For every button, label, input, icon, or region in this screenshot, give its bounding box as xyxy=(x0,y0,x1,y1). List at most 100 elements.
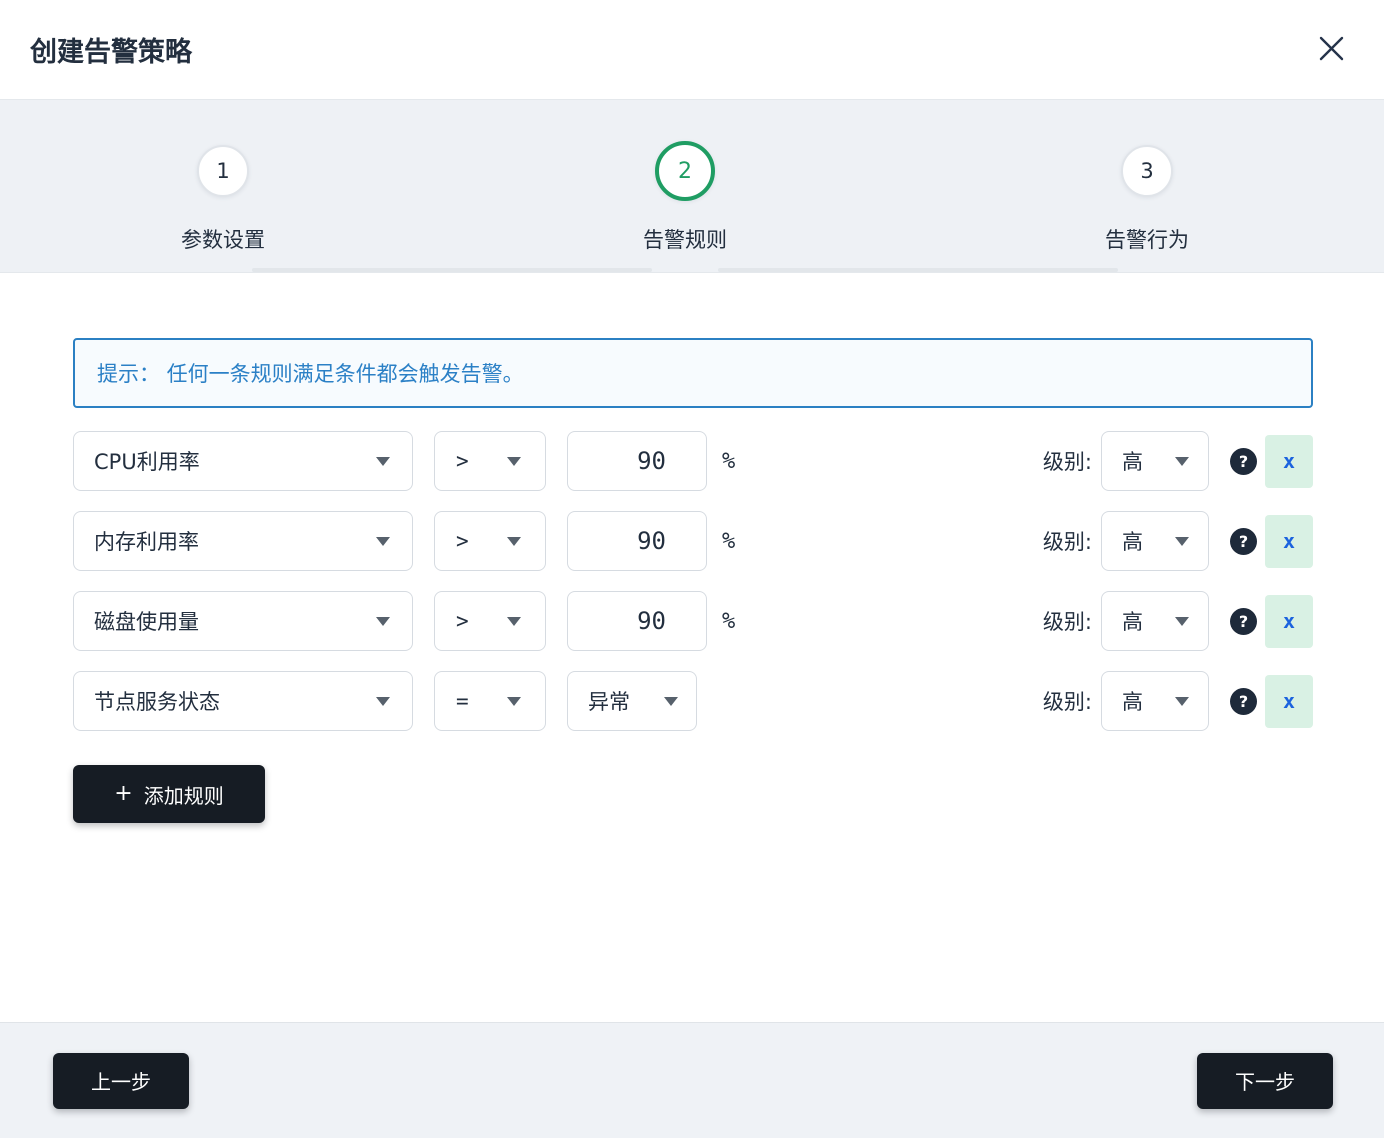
chevron-down-icon xyxy=(376,457,390,466)
remove-rule-button[interactable]: x xyxy=(1265,515,1313,568)
step-label: 告警行为 xyxy=(1027,224,1267,254)
level-select-value: 高 xyxy=(1122,606,1143,636)
unit-label: % xyxy=(722,609,735,634)
next-step-button[interactable]: 下一步 xyxy=(1197,1053,1333,1109)
level-select[interactable]: 高 xyxy=(1101,591,1209,651)
remove-rule-button[interactable]: x xyxy=(1265,675,1313,728)
level-select[interactable]: 高 xyxy=(1101,511,1209,571)
operator-select[interactable]: > xyxy=(434,511,546,571)
operator-select-value: = xyxy=(456,689,469,713)
chevron-down-icon xyxy=(507,457,521,466)
dialog-header: 创建告警策略 xyxy=(0,0,1384,100)
remove-icon: x xyxy=(1283,529,1295,553)
step-alert-rules: 2 告警规则 xyxy=(565,141,805,254)
help-icon[interactable]: ? xyxy=(1230,608,1257,635)
metric-select-value: 节点服务状态 xyxy=(94,686,220,716)
metric-select[interactable]: 内存利用率 xyxy=(73,511,413,571)
metric-select-value: 磁盘使用量 xyxy=(94,606,199,636)
step-circle-active: 2 xyxy=(655,141,715,201)
operator-select[interactable]: > xyxy=(434,431,546,491)
dialog-title: 创建告警策略 xyxy=(30,30,192,69)
level-label: 级别: xyxy=(1043,686,1092,716)
step-label: 告警规则 xyxy=(565,224,805,254)
level-select[interactable]: 高 xyxy=(1101,671,1209,731)
level-select-value: 高 xyxy=(1122,446,1143,476)
tip-text: 提示： 任何一条规则满足条件都会触发告警。 xyxy=(97,358,524,388)
step-circle: 3 xyxy=(1121,145,1173,197)
plus-icon: + xyxy=(114,783,132,805)
rule-row: CPU利用率 > 90 % 级别: 高 ? x xyxy=(73,431,1313,491)
dialog-footer: 上一步 下一步 xyxy=(0,1022,1384,1138)
rules-list: CPU利用率 > 90 % 级别: 高 ? x 内存利用率 > xyxy=(73,431,1313,731)
metric-select[interactable]: CPU利用率 xyxy=(73,431,413,491)
threshold-value: 异常 xyxy=(588,686,630,716)
chevron-down-icon xyxy=(507,537,521,546)
help-icon[interactable]: ? xyxy=(1230,688,1257,715)
operator-select-value: > xyxy=(456,449,469,473)
chevron-down-icon xyxy=(664,697,678,706)
remove-rule-button[interactable]: x xyxy=(1265,435,1313,488)
step-parameter-settings: 1 参数设置 xyxy=(103,141,343,254)
step-circle: 1 xyxy=(197,145,249,197)
metric-select-value: 内存利用率 xyxy=(94,526,199,556)
chevron-down-icon xyxy=(376,617,390,626)
step-number: 3 xyxy=(1140,159,1153,183)
unit-label: % xyxy=(722,449,735,474)
metric-select[interactable]: 节点服务状态 xyxy=(73,671,413,731)
level-select-value: 高 xyxy=(1122,686,1143,716)
threshold-value: 90 xyxy=(637,607,666,635)
level-label: 级别: xyxy=(1043,606,1092,636)
chevron-down-icon xyxy=(1175,457,1189,466)
unit-label: % xyxy=(722,529,735,554)
rule-row: 内存利用率 > 90 % 级别: 高 ? x xyxy=(73,511,1313,571)
threshold-input[interactable]: 异常 xyxy=(567,671,697,731)
previous-step-label: 上一步 xyxy=(91,1066,151,1095)
chevron-down-icon xyxy=(376,537,390,546)
chevron-down-icon xyxy=(1175,697,1189,706)
chevron-down-icon xyxy=(1175,537,1189,546)
remove-icon: x xyxy=(1283,609,1295,633)
remove-icon: x xyxy=(1283,689,1295,713)
threshold-value: 90 xyxy=(637,447,666,475)
step-label: 参数设置 xyxy=(103,224,343,254)
level-label: 级别: xyxy=(1043,446,1092,476)
step-indicator: 1 参数设置 2 告警规则 3 告警行为 xyxy=(0,100,1384,273)
help-icon[interactable]: ? xyxy=(1230,528,1257,555)
threshold-input[interactable]: 90 xyxy=(567,591,707,651)
add-rule-button[interactable]: + 添加规则 xyxy=(73,765,265,823)
next-step-label: 下一步 xyxy=(1235,1066,1295,1095)
threshold-input[interactable]: 90 xyxy=(567,511,707,571)
level-select-value: 高 xyxy=(1122,526,1143,556)
tip-banner: 提示： 任何一条规则满足条件都会触发告警。 xyxy=(73,338,1313,408)
chevron-down-icon xyxy=(376,697,390,706)
add-rule-label: 添加规则 xyxy=(144,780,224,809)
close-icon xyxy=(1318,35,1345,65)
step-connector xyxy=(252,268,652,272)
help-icon[interactable]: ? xyxy=(1230,448,1257,475)
operator-select-value: > xyxy=(456,609,469,633)
metric-select[interactable]: 磁盘使用量 xyxy=(73,591,413,651)
level-label: 级别: xyxy=(1043,526,1092,556)
chevron-down-icon xyxy=(1175,617,1189,626)
rule-row: 磁盘使用量 > 90 % 级别: 高 ? x xyxy=(73,591,1313,651)
operator-select[interactable]: = xyxy=(434,671,546,731)
step-number: 1 xyxy=(216,159,229,183)
rule-row: 节点服务状态 = 异常 级别: 高 ? x xyxy=(73,671,1313,731)
step-connector xyxy=(718,268,1118,272)
operator-select-value: > xyxy=(456,529,469,553)
previous-step-button[interactable]: 上一步 xyxy=(53,1053,189,1109)
close-button[interactable] xyxy=(1314,33,1348,67)
step-alert-behavior: 3 告警行为 xyxy=(1027,141,1267,254)
remove-rule-button[interactable]: x xyxy=(1265,595,1313,648)
chevron-down-icon xyxy=(507,697,521,706)
remove-icon: x xyxy=(1283,449,1295,473)
dialog-body: 提示： 任何一条规则满足条件都会触发告警。 CPU利用率 > 90 % 级别: … xyxy=(0,338,1384,823)
threshold-value: 90 xyxy=(637,527,666,555)
metric-select-value: CPU利用率 xyxy=(94,446,200,476)
step-number: 2 xyxy=(678,159,692,184)
chevron-down-icon xyxy=(507,617,521,626)
threshold-input[interactable]: 90 xyxy=(567,431,707,491)
operator-select[interactable]: > xyxy=(434,591,546,651)
create-alert-policy-dialog: 创建告警策略 1 参数设置 2 告警规则 xyxy=(0,0,1384,1138)
level-select[interactable]: 高 xyxy=(1101,431,1209,491)
